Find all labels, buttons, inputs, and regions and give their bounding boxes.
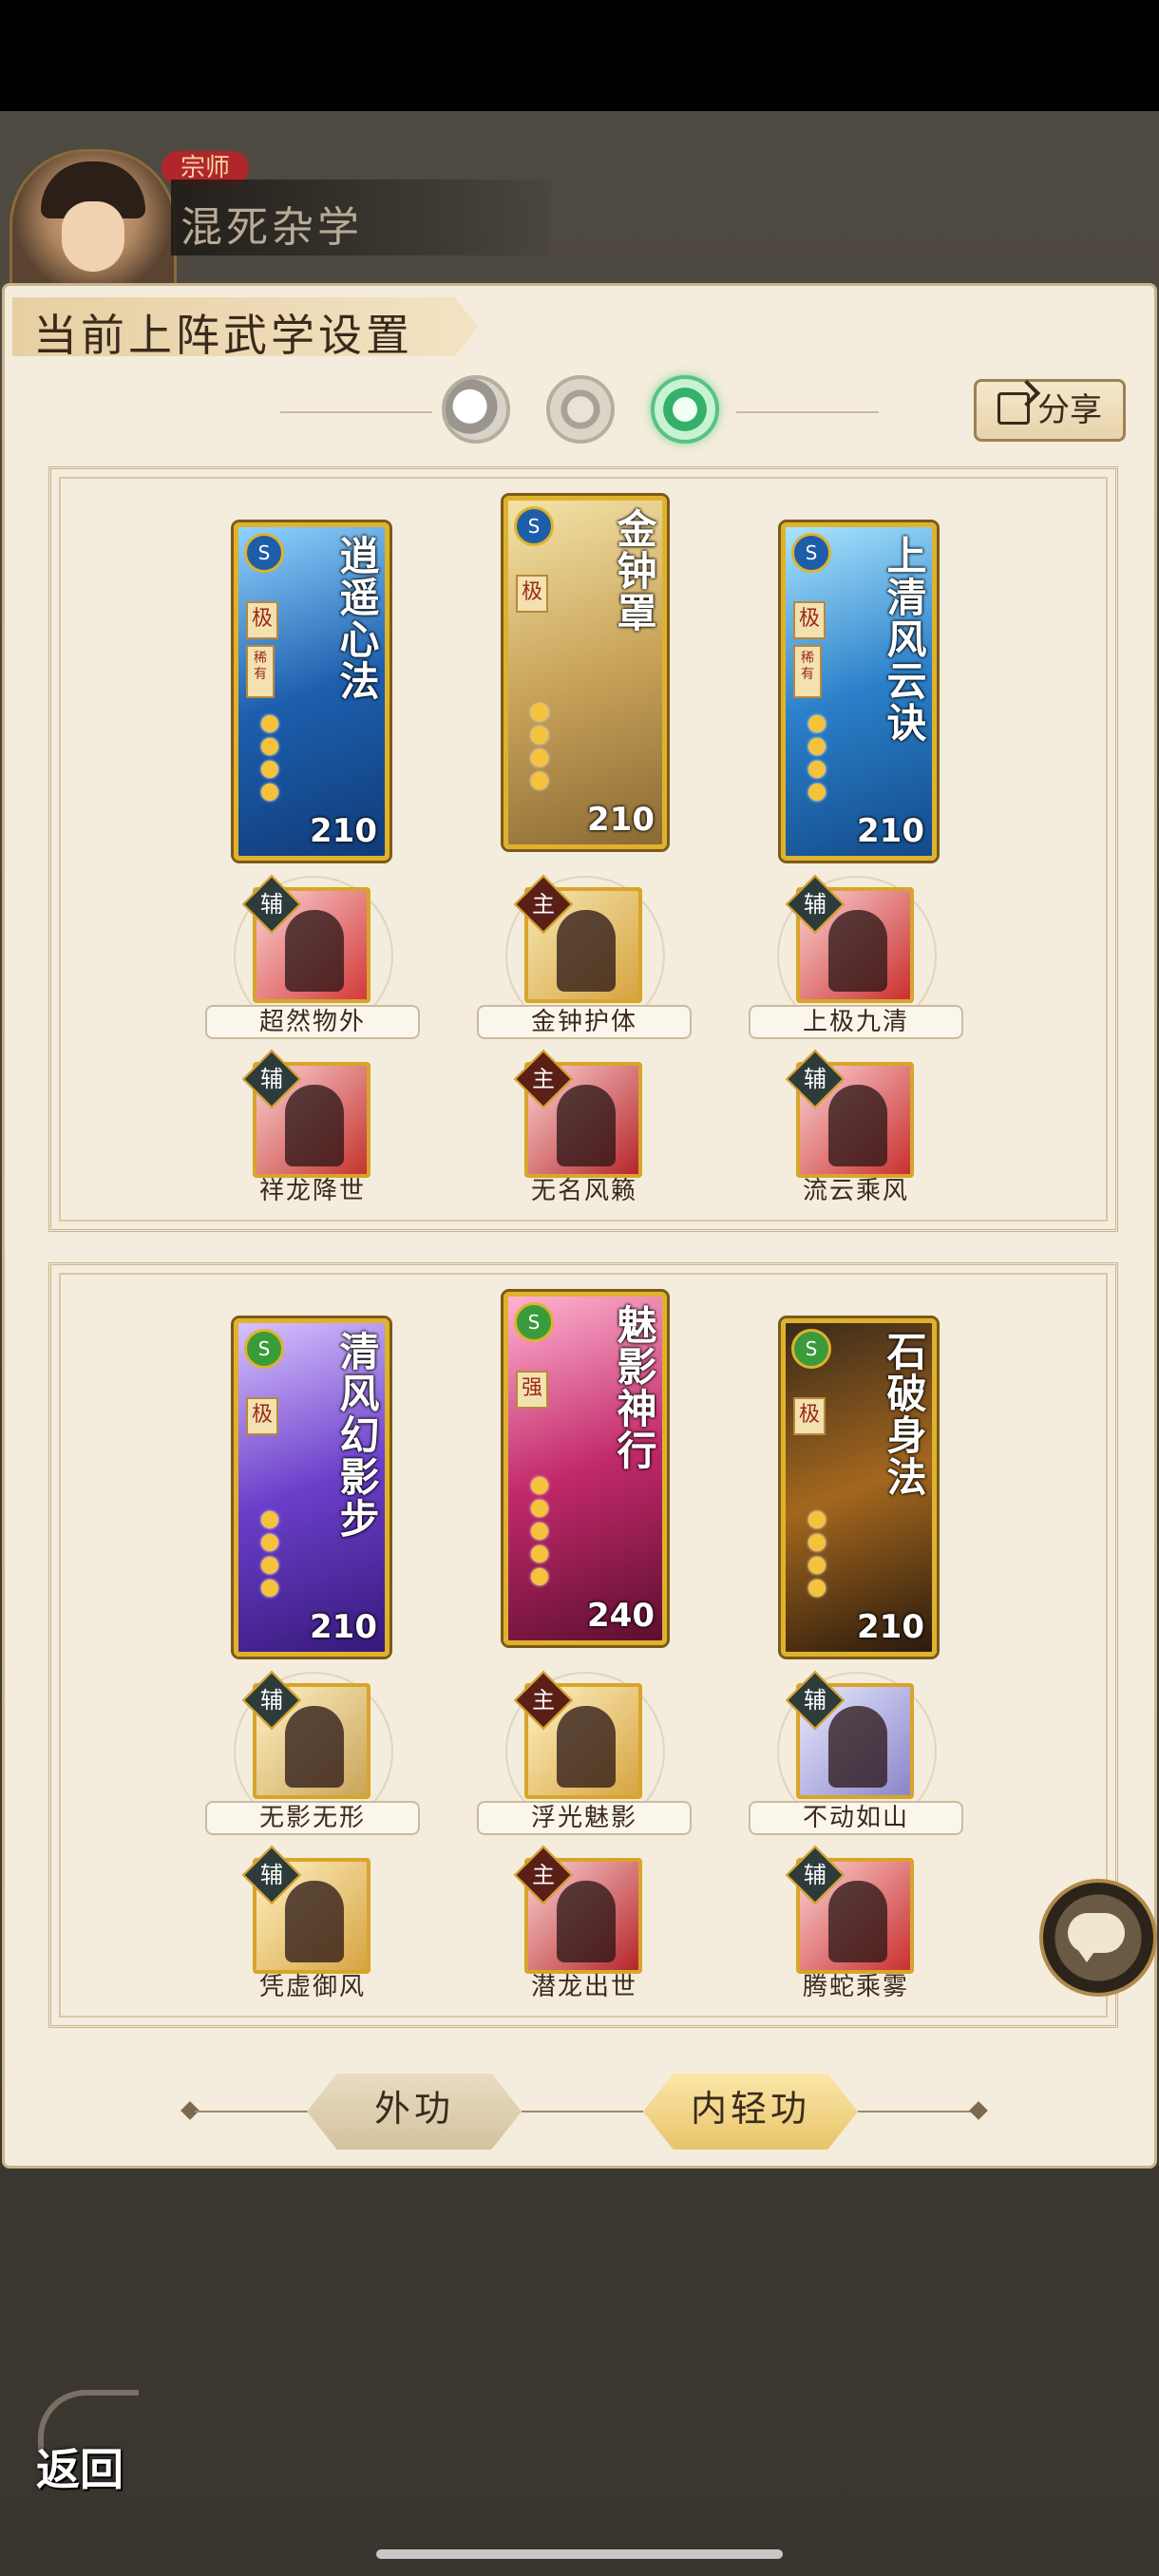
skill-label: 潜龙出世 [530, 1973, 637, 2001]
star-icons [248, 710, 286, 801]
silhouette [557, 910, 616, 992]
divider-line [736, 411, 879, 413]
tab-inner-light-skill[interactable]: 内轻功 [643, 2074, 858, 2150]
martial-card[interactable]: S 极 稀有 上清风云诀 210 [781, 522, 937, 861]
martial-card[interactable]: S 强 魅影神行 240 [504, 1292, 667, 1645]
player-profile: 宗师 混死杂学 [0, 111, 570, 297]
card-name: 魅影神行 [611, 1304, 657, 1471]
moon-icon[interactable] [442, 375, 510, 444]
type-icon: S [791, 533, 831, 573]
silhouette [285, 910, 344, 992]
card-name: 石破身法 [881, 1331, 927, 1498]
martial-card[interactable]: S 极 清风幻影步 210 [234, 1318, 390, 1657]
tab-outer-skill[interactable]: 外功 [307, 2074, 522, 2150]
rarity-badge: 稀有 [246, 645, 275, 698]
skill-label: 不动如山 [749, 1801, 963, 1835]
panel-title-bar: 当前上阵武学设置 [12, 297, 478, 356]
grade-badge: 极 [246, 1397, 278, 1435]
gear-icon[interactable] [546, 375, 615, 444]
category-tabs: 外功 内轻功 [176, 2074, 993, 2150]
card-name: 清风幻影步 [333, 1331, 380, 1540]
silhouette [285, 1881, 344, 1962]
grade-badge: 极 [793, 601, 826, 639]
skill-label: 流云乘风 [802, 1177, 909, 1205]
martial-group-1: S 极 稀有 逍遥心法 210 S 极 金钟罩 210 S 极 稀有 上清风云诀… [48, 466, 1118, 1232]
avatar[interactable] [10, 149, 177, 297]
card-power: 210 [587, 801, 655, 839]
share-icon [998, 392, 1030, 425]
star-icons [795, 710, 833, 801]
type-icon: S [514, 506, 554, 546]
grade-badge: 极 [246, 601, 278, 639]
card-name: 金钟罩 [611, 508, 657, 634]
skill-label: 凭虚御风 [258, 1973, 366, 2001]
type-icon: S [791, 1329, 831, 1369]
type-icon: S [244, 533, 284, 573]
skill-label: 祥龙降世 [258, 1177, 366, 1205]
divider-line [280, 411, 432, 413]
skill-label: 无影无形 [205, 1801, 420, 1835]
panel-title: 当前上阵武学设置 [33, 310, 413, 361]
card-power: 210 [857, 812, 924, 850]
player-name: 混死杂学 [180, 203, 363, 252]
type-icon: S [244, 1329, 284, 1369]
skill-label: 浮光魅影 [477, 1801, 692, 1835]
share-button[interactable]: 分享 [974, 379, 1126, 442]
card-name: 逍遥心法 [333, 535, 380, 702]
martial-card[interactable]: S 极 石破身法 210 [781, 1318, 937, 1657]
status-bar [0, 0, 1159, 111]
loadout-selector [280, 375, 898, 451]
back-button[interactable]: 返回 [28, 2384, 152, 2498]
star-icons [795, 1506, 833, 1597]
silhouette [285, 1085, 344, 1166]
back-label: 返回 [36, 2444, 124, 2495]
grade-badge: 极 [516, 575, 548, 613]
silhouette [285, 1706, 344, 1788]
tab-line [522, 2111, 643, 2112]
grade-badge: 强 [516, 1371, 548, 1409]
player-name-bar: 混死杂学 [171, 180, 551, 256]
skill-label: 超然物外 [205, 1005, 420, 1039]
martial-group-2: S 极 清风幻影步 210 S 强 魅影神行 240 S 极 石破身法 210 … [48, 1262, 1118, 2028]
tab-end-ornament [969, 2101, 988, 2120]
silhouette [557, 1881, 616, 1962]
skill-label: 金钟护体 [477, 1005, 692, 1039]
skill-label: 上极九清 [749, 1005, 963, 1039]
skill-label: 无名风籁 [530, 1177, 637, 1205]
skill-label: 腾蛇乘雾 [802, 1973, 909, 2001]
home-indicator[interactable] [376, 2549, 783, 2559]
star-icons [518, 698, 556, 789]
martial-arts-panel: 当前上阵武学设置 分享 S 极 稀有 逍遥心法 210 S 极 金钟罩 210 [2, 283, 1157, 2169]
silhouette [828, 1085, 887, 1166]
chat-button[interactable] [1039, 1879, 1157, 1997]
star-icons [518, 1471, 556, 1585]
silhouette [557, 1706, 616, 1788]
martial-card[interactable]: S 极 金钟罩 210 [504, 496, 667, 849]
card-power: 240 [587, 1597, 655, 1635]
grade-badge: 极 [793, 1397, 826, 1435]
tab-line [195, 2111, 309, 2112]
martial-card[interactable]: S 极 稀有 逍遥心法 210 [234, 522, 390, 861]
silhouette [828, 1881, 887, 1962]
silhouette [828, 910, 887, 992]
share-label: 分享 [1037, 391, 1102, 429]
avatar-face [62, 201, 124, 272]
card-name: 上清风云诀 [881, 535, 927, 744]
card-power: 210 [310, 1608, 377, 1646]
chat-icon [1068, 1913, 1125, 1962]
silhouette [828, 1706, 887, 1788]
rarity-badge: 稀有 [793, 645, 822, 698]
card-power: 210 [310, 812, 377, 850]
tab-line [858, 2111, 972, 2112]
star-icons [248, 1506, 286, 1597]
jade-icon[interactable] [651, 375, 719, 444]
card-power: 210 [857, 1608, 924, 1646]
silhouette [557, 1085, 616, 1166]
type-icon: S [514, 1302, 554, 1342]
